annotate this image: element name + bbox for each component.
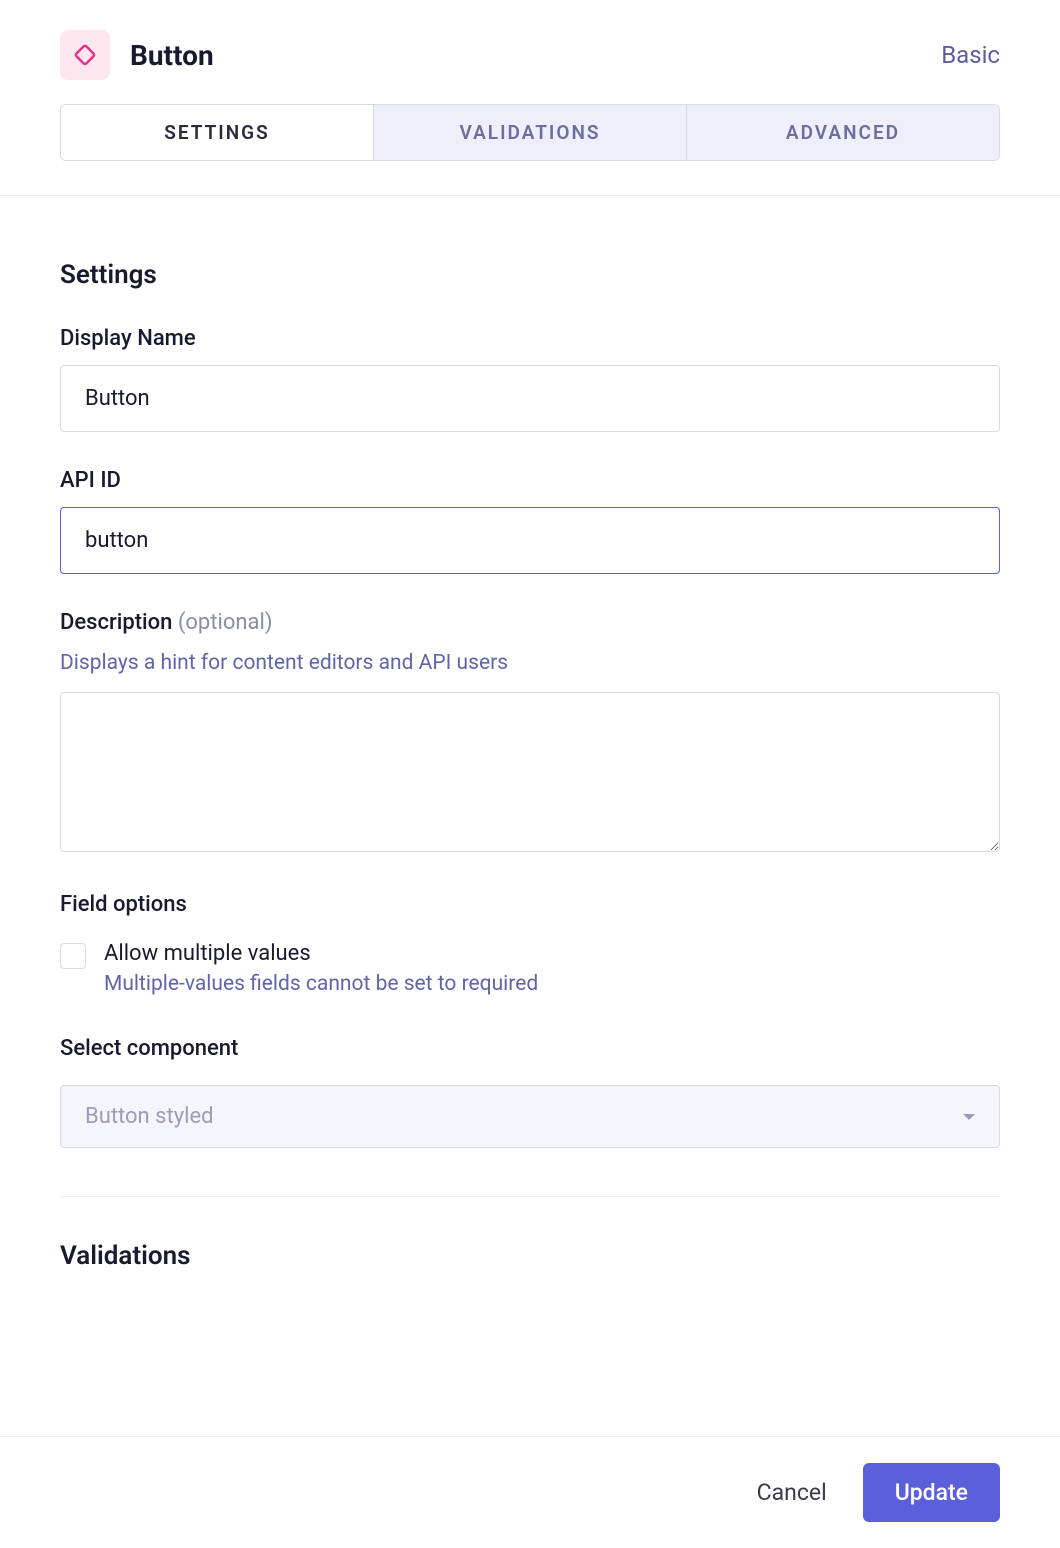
description-hint: Displays a hint for content editors and … [60,649,1000,678]
select-component-label: Select component [60,1036,1000,1061]
update-button[interactable]: Update [863,1463,1000,1522]
api-id-input[interactable] [60,507,1000,574]
description-textarea[interactable] [60,692,1000,852]
allow-multiple-labels: Allow multiple values Multiple-values fi… [104,941,538,996]
field-api-id: API ID [60,468,1000,574]
description-label: Description (optional) [60,610,1000,635]
field-display-name: Display Name [60,326,1000,432]
section-heading-validations: Validations [60,1241,1000,1271]
tab-validations[interactable]: VALIDATIONS [374,105,687,160]
allow-multiple-checkbox[interactable] [60,943,86,969]
dialog-title: Button [130,39,214,72]
allow-multiple-sub: Multiple-values fields cannot be set to … [104,972,538,996]
component-type-badge: Basic [941,41,1000,69]
description-label-text: Description [60,610,172,635]
header-left: Button [60,30,214,80]
field-options-heading: Field options [60,892,1000,917]
cancel-button[interactable]: Cancel [757,1479,827,1506]
component-icon [60,30,110,80]
tab-settings[interactable]: SETTINGS [61,105,374,160]
select-component-dropdown[interactable]: Button styled [60,1085,1000,1148]
section-divider [60,1196,1000,1197]
header-divider [0,195,1060,196]
allow-multiple-row: Allow multiple values Multiple-values fi… [60,941,1000,996]
allow-multiple-label: Allow multiple values [104,941,538,966]
tab-advanced[interactable]: ADVANCED [687,105,999,160]
chevron-down-icon [963,1114,975,1120]
dialog-header: Button Basic [0,0,1060,104]
dialog-footer: Cancel Update [0,1436,1060,1548]
description-optional-suffix: (optional) [178,610,273,635]
section-heading-settings: Settings [60,260,1000,290]
field-description: Description (optional) Displays a hint f… [60,610,1000,856]
tabs: SETTINGS VALIDATIONS ADVANCED [60,104,1000,161]
select-component-value: Button styled [85,1104,214,1129]
display-name-label: Display Name [60,326,1000,351]
content-scroll[interactable]: Settings Display Name API ID Description… [0,220,1060,1436]
api-id-label: API ID [60,468,1000,493]
display-name-input[interactable] [60,365,1000,432]
